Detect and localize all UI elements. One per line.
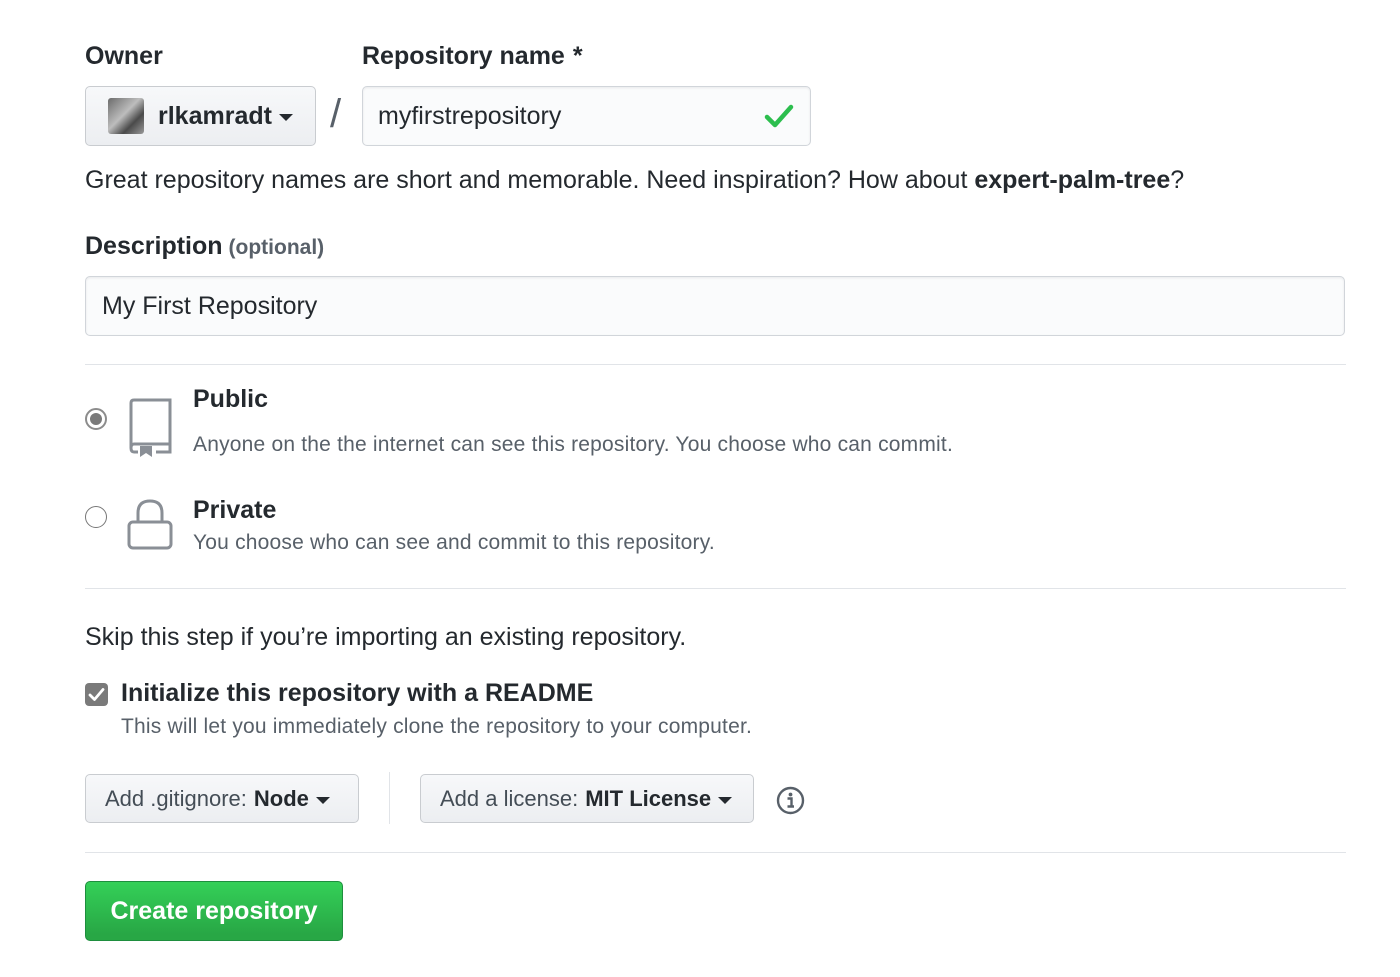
public-description: Anyone on the the internet can see this … [193, 433, 953, 456]
chevron-down-icon [315, 796, 330, 804]
owner-repo-separator: / [330, 92, 342, 136]
license-value: MIT License [585, 785, 712, 811]
description-input[interactable]: My First Repository [85, 276, 1345, 336]
description-label-text: Description [85, 232, 223, 260]
license-select-button[interactable]: Add a license: MIT License [420, 774, 754, 823]
vertical-divider [389, 772, 390, 824]
gitignore-select-button[interactable]: Add .gitignore: Node [85, 774, 359, 823]
repository-name-label: Repository name * [362, 42, 583, 71]
readme-label[interactable]: Initialize this repository with a README [121, 679, 593, 708]
chevron-down-icon [718, 796, 733, 804]
private-radio[interactable] [85, 506, 107, 528]
lock-icon [126, 498, 174, 557]
divider [85, 364, 1346, 365]
private-title: Private [193, 496, 277, 524]
skip-step-text: Skip this step if you’re importing an ex… [85, 623, 687, 651]
chevron-down-icon [278, 114, 293, 121]
checkmark-icon [88, 688, 105, 701]
repository-name-label-text: Repository name [362, 42, 565, 70]
gitignore-value: Node [253, 785, 309, 811]
license-label: Add a license: [440, 785, 579, 811]
divider [85, 852, 1346, 853]
new-repository-form: Owner rlkamradt / Repository name * myfir… [0, 0, 1400, 977]
create-repository-button[interactable]: Create repository [85, 881, 343, 941]
repository-name-hint: Great repository names are short and mem… [85, 166, 1184, 195]
check-icon [764, 103, 794, 129]
info-icon[interactable] [776, 786, 805, 820]
gitignore-label: Add .gitignore: [105, 785, 247, 811]
readme-checkbox[interactable] [85, 683, 108, 706]
private-description: You choose who can see and commit to thi… [193, 531, 715, 554]
repo-book-icon [126, 398, 174, 463]
optional-tag: (optional) [228, 236, 325, 259]
hint-prefix: Great repository names are short and mem… [85, 166, 975, 194]
required-marker: * [572, 42, 583, 70]
readme-note: This will let you immediately clone the … [121, 715, 753, 738]
owner-avatar [108, 98, 144, 134]
hint-suffix: ? [1170, 166, 1185, 194]
owner-username: rlkamradt [158, 101, 272, 130]
name-suggestion[interactable]: expert-palm-tree [974, 166, 1170, 194]
public-radio[interactable] [85, 408, 107, 430]
divider [85, 588, 1346, 589]
repository-name-input[interactable]: myfirstrepository [362, 86, 811, 146]
owner-label: Owner [85, 42, 163, 70]
description-value: My First Repository [102, 291, 318, 320]
owner-select-button[interactable]: rlkamradt [85, 86, 316, 146]
description-label: Description (optional) [85, 232, 324, 261]
repository-name-value: myfirstrepository [378, 101, 562, 130]
public-title: Public [193, 385, 269, 413]
